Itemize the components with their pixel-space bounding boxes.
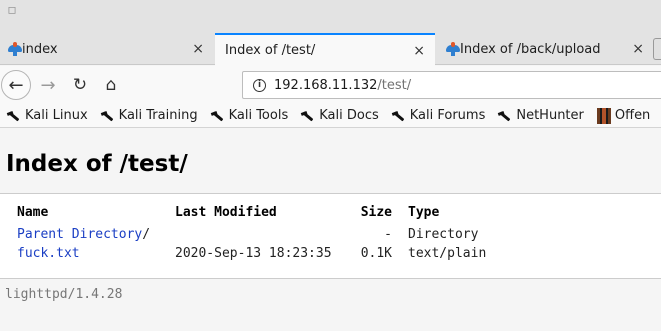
bookmark-label: Kali Forums	[409, 108, 486, 123]
file-name-cell: fuck.txt	[17, 245, 80, 263]
bookmark-kali-forums[interactable]: Kali Forums	[385, 105, 492, 127]
listing-header-row: Name Last Modified Size Type	[0, 204, 661, 222]
server-footer: lighttpd/1.4.28	[5, 287, 123, 302]
file-link[interactable]: fuck.txt	[17, 246, 80, 261]
bookmark-label: NetHunter	[516, 108, 584, 123]
tab-bar: index × Index of /test/ × Index of /back…	[0, 33, 661, 66]
url-bar[interactable]: i 192.168.11.132/test/	[242, 71, 661, 99]
bookmarks-toolbar: Kali Linux Kali Training Kali Tools Kali…	[0, 104, 661, 128]
kali-dragon-icon	[498, 109, 512, 123]
bookmark-label: Kali Linux	[25, 108, 88, 123]
tab-label: Index of /back/upload	[460, 41, 601, 57]
tab-label: index	[22, 41, 58, 57]
kali-dragon-icon	[101, 109, 115, 123]
kali-dragon-icon	[211, 109, 225, 123]
navigation-toolbar: ← → ↻ ⌂ i 192.168.11.132/test/	[0, 66, 661, 104]
forward-arrow-icon[interactable]: →	[38, 75, 58, 96]
url-host: 192.168.11.132	[274, 77, 378, 93]
url-path: /test/	[377, 77, 412, 93]
parent-directory-link[interactable]: Parent Directory	[17, 227, 142, 242]
bookmark-kali-training[interactable]: Kali Training	[94, 105, 204, 127]
table-row: fuck.txt 2020-Sep-13 18:23:35 0.1K text/…	[0, 245, 661, 263]
new-tab-edge[interactable]	[653, 38, 661, 60]
type-cell: text/plain	[408, 246, 487, 261]
directory-listing: Name Last Modified Size Type Parent Dire…	[0, 193, 661, 279]
bookmark-kali-tools[interactable]: Kali Tools	[204, 105, 295, 127]
kali-favicon-icon	[446, 42, 460, 56]
back-arrow-icon[interactable]: ←	[1, 70, 31, 100]
home-icon[interactable]: ⌂	[100, 74, 122, 96]
page-title: Index of /test/	[6, 151, 188, 177]
close-tab-icon[interactable]: ×	[632, 41, 644, 57]
bookmark-label: Kali Docs	[319, 108, 379, 123]
tab-index[interactable]: index ×	[0, 33, 214, 65]
site-info-icon[interactable]: i	[253, 78, 266, 92]
offsec-icon	[596, 107, 611, 124]
bookmark-kali-docs[interactable]: Kali Docs	[294, 105, 385, 127]
window-menu-icon[interactable]: ▫	[4, 2, 20, 18]
close-tab-icon[interactable]: ×	[413, 43, 425, 59]
close-tab-icon[interactable]: ×	[192, 41, 204, 57]
reload-icon[interactable]: ↻	[70, 75, 90, 95]
bookmark-nethunter[interactable]: NetHunter	[491, 105, 590, 127]
table-row: Parent Directory/ - Directory	[0, 226, 661, 244]
kali-dragon-icon	[392, 109, 406, 123]
tab-label: Index of /test/	[225, 43, 316, 58]
parent-directory-cell: Parent Directory/	[17, 226, 150, 244]
size-cell: -	[384, 227, 392, 242]
tab-index-of-back-upload[interactable]: Index of /back/upload ×	[436, 33, 654, 65]
bookmark-label: Kali Training	[118, 108, 198, 123]
window-title-strip: ▫	[0, 0, 661, 33]
column-header-modified[interactable]: Last Modified	[175, 204, 277, 222]
type-cell: Directory	[408, 227, 479, 242]
parent-directory-slash: /	[142, 227, 151, 242]
page-content: Index of /test/ Name Last Modified Size …	[0, 129, 661, 331]
kali-favicon-icon	[8, 42, 22, 56]
kali-dragon-icon	[301, 109, 315, 123]
size-cell: 0.1K	[360, 246, 392, 261]
tab-index-of-test[interactable]: Index of /test/ ×	[215, 33, 435, 66]
column-header-size[interactable]: Size	[300, 204, 392, 222]
bookmark-offensive-security[interactable]: Offen	[590, 105, 656, 127]
column-header-name[interactable]: Name	[17, 204, 48, 222]
column-header-type[interactable]: Type	[408, 204, 439, 222]
kali-dragon-icon	[7, 109, 21, 123]
bookmark-label: Offen	[614, 108, 651, 123]
bookmark-kali-linux[interactable]: Kali Linux	[0, 105, 94, 127]
bookmark-label: Kali Tools	[228, 108, 289, 123]
